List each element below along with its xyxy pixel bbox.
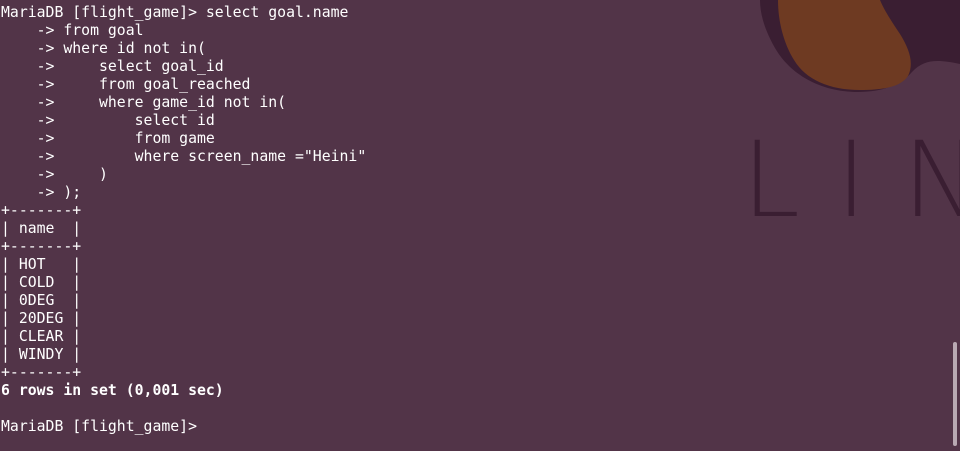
terminal-line: -> select id — [1, 112, 215, 129]
wallpaper-dark-shape — [760, 0, 960, 92]
terminal-line: | 0DEG | — [1, 292, 82, 309]
terminal-line: -> where screen_name ="Heini" — [1, 148, 367, 165]
terminal-line: MariaDB [flight_game]> — [1, 418, 206, 435]
scrollbar-thumb[interactable] — [953, 342, 957, 446]
terminal-line: MariaDB [flight_game]> select goal.name — [1, 4, 349, 21]
terminal-line: | name | — [1, 220, 82, 237]
terminal-line: +-------+ — [1, 364, 82, 381]
terminal-line: | CLEAR | — [1, 328, 82, 345]
terminal-line: -> where game_id not in( — [1, 94, 287, 111]
terminal-line: | 20DEG | — [1, 310, 82, 327]
wallpaper-brown-shape — [778, 0, 911, 90]
terminal-line: 6 rows in set (0,001 sec) — [1, 382, 224, 399]
terminal-line: -> from game — [1, 130, 215, 147]
terminal-line: -> ); — [1, 184, 82, 201]
terminal-line: | COLD | — [1, 274, 82, 291]
terminal-line: -> select goal_id — [1, 58, 224, 75]
terminal-line: +-------+ — [1, 202, 82, 219]
terminal-output[interactable]: MariaDB [flight_game]> select goal.name … — [1, 4, 366, 436]
terminal-line: | HOT | — [1, 256, 82, 273]
terminal-line: +-------+ — [1, 238, 82, 255]
terminal-line: -> where id not in( — [1, 40, 206, 57]
wallpaper-logo-text: LIN — [742, 119, 960, 241]
terminal-window[interactable]: LIN MariaDB [flight_game]> select goal.n… — [0, 0, 960, 451]
terminal-line: -> from goal_reached — [1, 76, 251, 93]
terminal-line: | WINDY | — [1, 346, 82, 363]
scrollbar[interactable] — [950, 0, 960, 451]
terminal-line: -> ) — [1, 166, 108, 183]
terminal-line: -> from goal — [1, 22, 144, 39]
